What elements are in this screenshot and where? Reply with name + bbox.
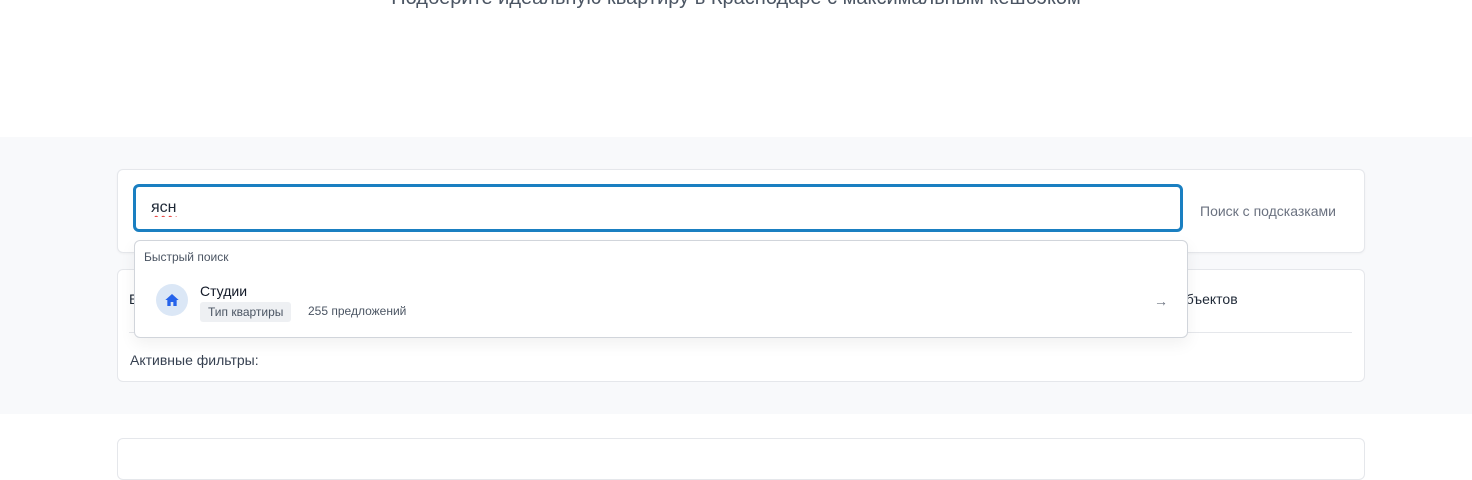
search-input[interactable] (133, 184, 1183, 232)
suggestion-tag: Тип квартиры (200, 302, 292, 322)
suggestion-title: Студии (200, 283, 248, 299)
suggestion-count: 255 предложений (308, 304, 407, 318)
dropdown-section-title: Быстрый поиск (144, 250, 229, 264)
results-card (117, 438, 1365, 480)
arrow-right-icon: → (1154, 293, 1168, 309)
active-filters-label: Активные фильтры: (130, 352, 259, 368)
suggestions-dropdown: Быстрый поиск Студии Тип квартиры 255 пр… (134, 240, 1188, 338)
search-hint-label: Поиск с подсказками (1200, 203, 1336, 219)
hero-subtitle: Подберите идеальную квартиру в Краснодар… (0, 0, 1472, 10)
home-icon (156, 284, 188, 316)
suggestion-item[interactable]: Студии Тип квартиры 255 предложений → (135, 271, 1187, 331)
